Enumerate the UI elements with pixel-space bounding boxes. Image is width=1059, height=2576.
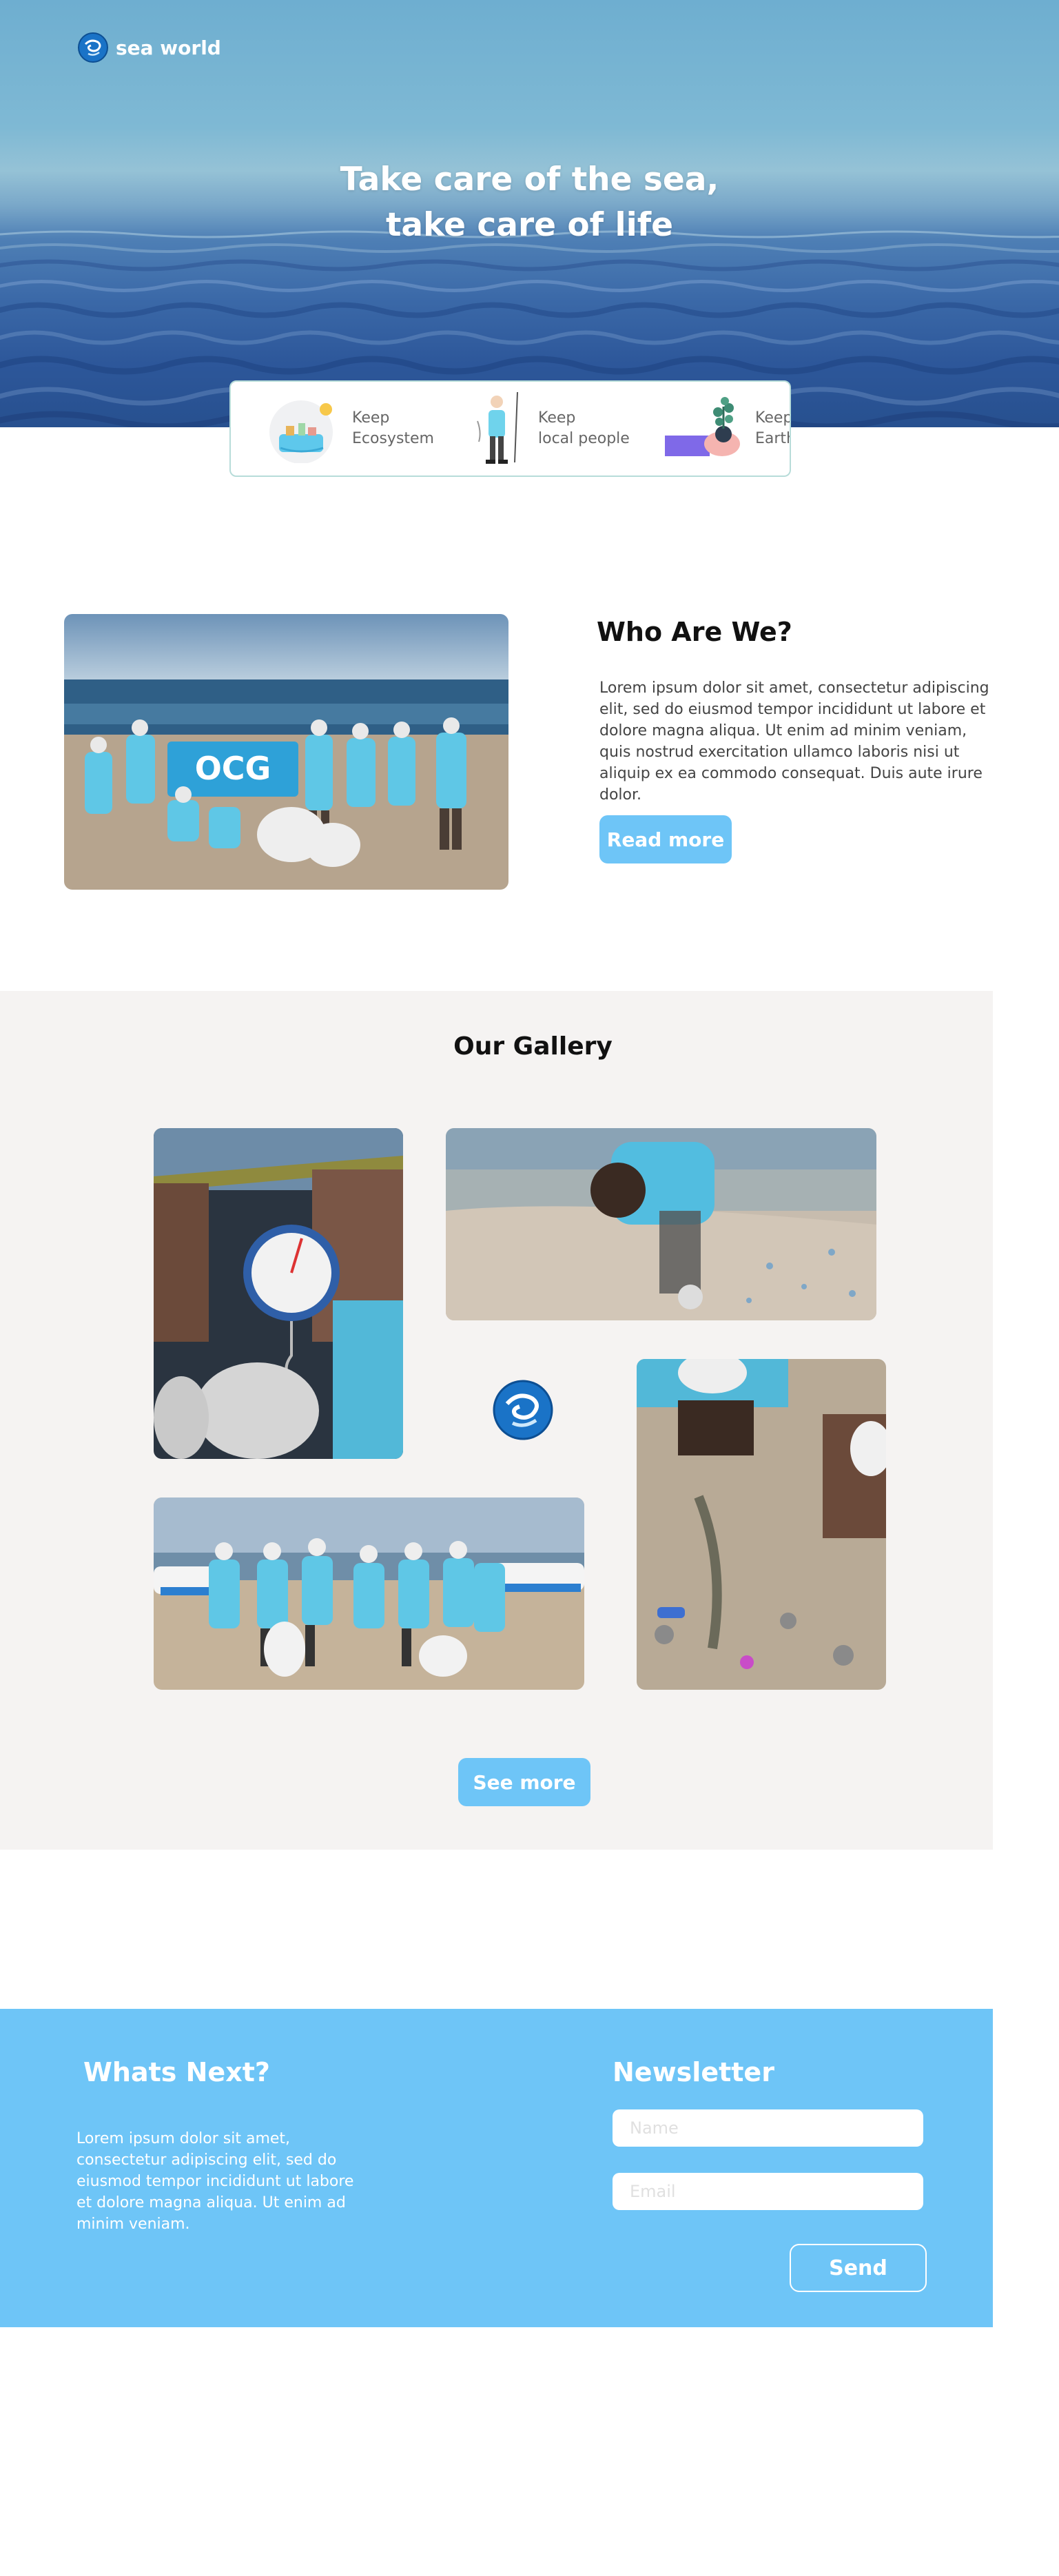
read-more-button[interactable]: Read more	[599, 815, 732, 863]
volunteers-group-image: OCG	[64, 614, 508, 890]
feature-earth: Keep Earth	[661, 382, 791, 476]
hero-title-line1: Take care of the sea,	[340, 161, 719, 198]
who-title: Who Are We?	[597, 617, 792, 647]
feature-local-people: Keep local people	[472, 382, 630, 476]
site-logo[interactable]: sea world	[77, 32, 221, 63]
gallery-image-beach-cleanup[interactable]	[446, 1128, 876, 1320]
gallery-center-logo	[492, 1379, 554, 1441]
feature-label: Keep Earth	[755, 409, 791, 447]
feature-label: Keep Ecosystem	[352, 409, 434, 447]
see-more-button[interactable]: See more	[458, 1758, 590, 1806]
globe-swirl-icon	[78, 32, 108, 63]
feature-label: Keep local people	[538, 409, 630, 447]
newsletter-title: Newsletter	[613, 2057, 774, 2087]
feature-ecosystem: Keep Ecosystem	[265, 382, 434, 476]
hero-title-line2: take care of life	[385, 206, 674, 244]
email-input[interactable]	[613, 2173, 923, 2210]
hero-section: sea world Take care of the sea, take car…	[0, 0, 1059, 427]
logo-text: sea world	[116, 36, 221, 59]
beach-cleanup-image	[446, 1128, 876, 1320]
send-button[interactable]: Send	[790, 2244, 927, 2292]
whats-next-text: Lorem ipsum dolor sit amet, consectetur …	[76, 2130, 354, 2233]
banner-text: OCG	[195, 750, 271, 787]
trash-collecting-image	[637, 1359, 886, 1690]
features-card: Keep Ecosystem Keep local people Keep Ea…	[229, 380, 791, 477]
volunteers-boats-image	[154, 1497, 584, 1690]
ecosystem-illustration-icon	[269, 400, 333, 463]
volunteers-group-photo: OCG	[64, 614, 508, 890]
name-input[interactable]	[613, 2109, 923, 2147]
hero-title: Take care of the sea, take care of life	[0, 157, 1059, 248]
gallery-image-trash-collecting[interactable]	[637, 1359, 886, 1690]
whats-next-title: Whats Next?	[83, 2057, 270, 2087]
scale-weighing-image	[154, 1128, 403, 1459]
plant-in-hand-illustration-icon	[665, 397, 740, 456]
fisherman-illustration-icon	[477, 391, 518, 464]
who-description: Lorem ipsum dolor sit amet, consectetur …	[599, 679, 989, 804]
globe-swirl-icon	[493, 1380, 553, 1440]
gallery-title: Our Gallery	[453, 1032, 613, 1061]
gallery-image-scale[interactable]	[154, 1128, 403, 1459]
gallery-image-volunteers-boats[interactable]	[154, 1497, 584, 1690]
